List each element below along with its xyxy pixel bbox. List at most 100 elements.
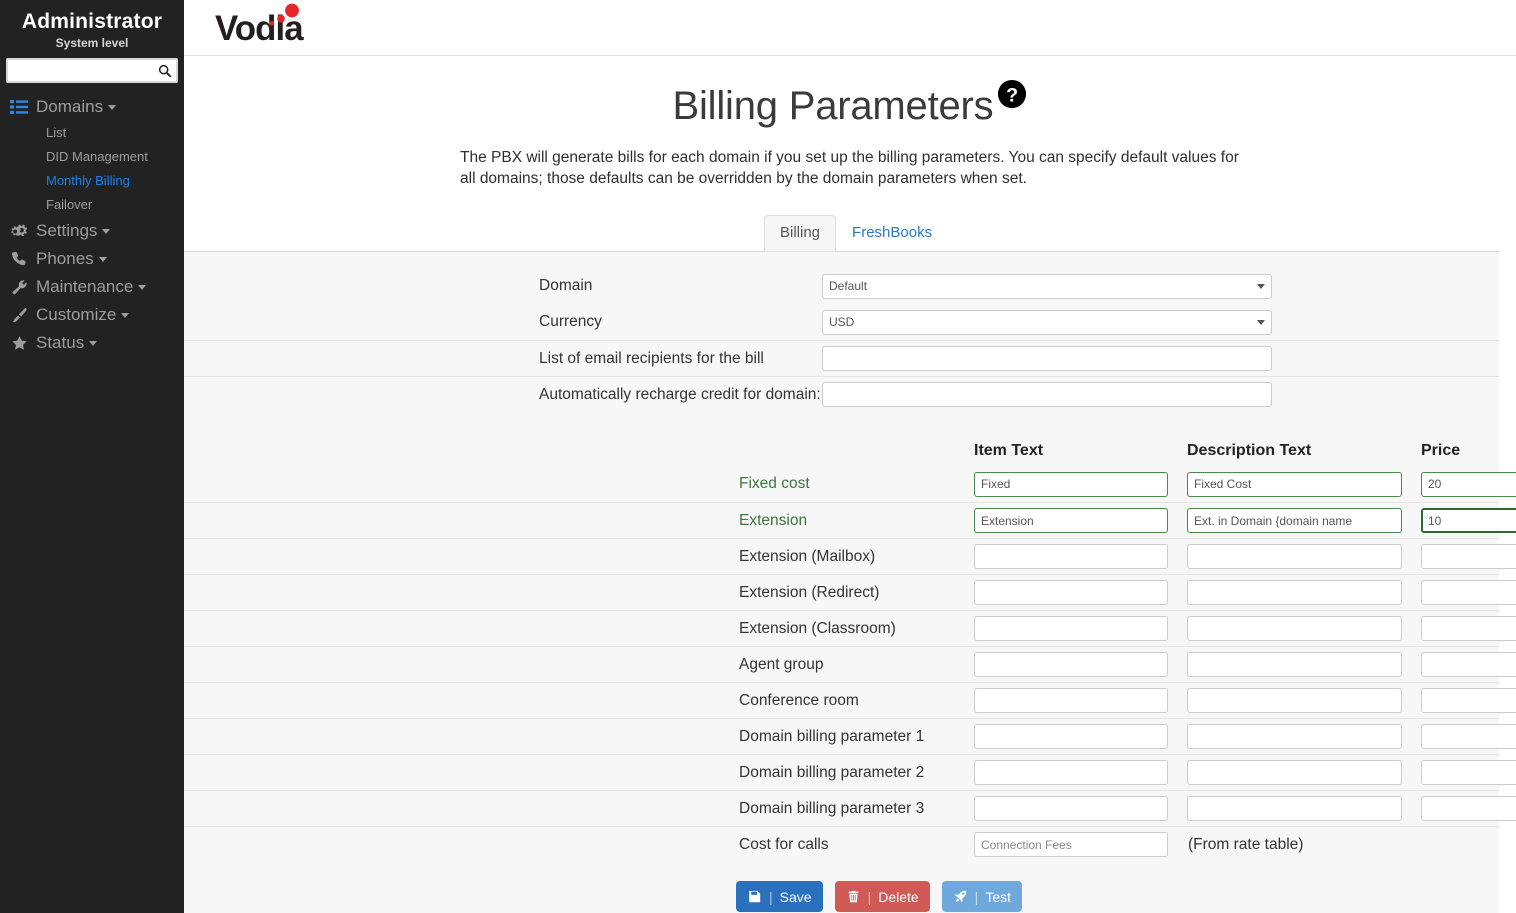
- extension-classroom-item-text-cell: [974, 616, 1187, 641]
- billing-panel: Domain Default Currency USD List of email re…: [184, 251, 1516, 913]
- fixed-cost-price-input[interactable]: [1421, 471, 1516, 497]
- row-label: Domain billing parameter 1: [739, 727, 925, 745]
- form-row: List of email recipients for the bill: [184, 340, 1499, 376]
- sidebar: Administrator System level Domains List DI…: [0, 0, 184, 913]
- search-box[interactable]: [6, 58, 178, 83]
- cost-for-calls-hint: (From rate table): [1188, 835, 1304, 853]
- cost-for-calls-item-text-input[interactable]: [974, 832, 1168, 857]
- list-of-email-recipients-for-the-bill-input[interactable]: [822, 346, 1272, 371]
- save-button[interactable]: | Save: [736, 881, 823, 912]
- agent-group-item-text-input[interactable]: [974, 652, 1168, 677]
- extension-mailbox-price-cell: [1421, 544, 1516, 569]
- button-label: Delete: [878, 888, 919, 905]
- page-body: Billing Parameters ? The PBX will genera…: [184, 56, 1516, 913]
- tab-freshbooks[interactable]: FreshBooks: [836, 215, 948, 251]
- extension-redirect-description-text-input[interactable]: [1187, 580, 1402, 605]
- automatically-recharge-credit-for-domain-input[interactable]: [822, 382, 1272, 407]
- domain-billing-parameter-2-price-input[interactable]: [1421, 760, 1516, 785]
- chevron-down-icon: [89, 340, 98, 346]
- conference-room-description-text-input[interactable]: [1187, 688, 1402, 713]
- domain-billing-parameter-1-price-input[interactable]: [1421, 724, 1516, 749]
- phone-icon: [8, 250, 30, 268]
- currency-select[interactable]: USD: [822, 309, 1272, 335]
- table-row: Fixed cost ✔: [184, 466, 1516, 502]
- form-control-cell: USD: [822, 309, 1272, 335]
- domain-billing-parameter-2-item-text-input[interactable]: [974, 760, 1168, 785]
- sidebar-subitem-did-management[interactable]: DID Management: [0, 145, 184, 169]
- domain-billing-parameter-1-description-text-input[interactable]: [1187, 724, 1402, 749]
- page-title-text: Billing Parameters: [672, 84, 994, 128]
- question-mark-icon[interactable]: ?: [997, 74, 1027, 109]
- row-label: Domain billing parameter 3: [739, 799, 925, 817]
- fixed-cost-description-text-input[interactable]: [1187, 471, 1402, 497]
- row-label: Fixed cost: [739, 475, 810, 492]
- button-label: Save: [779, 888, 812, 905]
- sidebar-subitem-list[interactable]: List: [0, 121, 184, 145]
- domain-billing-parameter-3-description-text-input[interactable]: [1187, 796, 1402, 821]
- table-row: Extension (Redirect): [184, 574, 1516, 610]
- extension-classroom-price-input[interactable]: [1421, 616, 1516, 641]
- admin-name: Administrator: [21, 10, 163, 33]
- admin-level: System level: [55, 36, 129, 50]
- extension-mailbox-price-input[interactable]: [1421, 544, 1516, 569]
- extension-classroom-item-text-input[interactable]: [974, 616, 1168, 641]
- table-row: Extension ✔: [184, 502, 1516, 538]
- test-button[interactable]: | Test: [941, 881, 1022, 912]
- svg-text:?: ?: [1007, 85, 1019, 107]
- extension-description-text-input[interactable]: [1187, 508, 1402, 533]
- form-row: Domain Default: [184, 268, 1499, 304]
- button-divider: |: [867, 888, 872, 905]
- conference-room-description-text-cell: [1187, 688, 1421, 713]
- sidebar-item-domains[interactable]: Domains: [0, 93, 184, 121]
- domain-select-wrapper: Default: [822, 273, 1272, 299]
- sidebar-subitem-failover[interactable]: Failover: [0, 193, 184, 217]
- row-label: Extension (Classroom): [739, 619, 896, 637]
- search-input[interactable]: [8, 60, 176, 81]
- vodia-logo[interactable]: Vodia: [215, 2, 325, 52]
- agent-group-description-text-cell: [1187, 652, 1421, 677]
- sidebar-item-label: Domains: [36, 97, 104, 116]
- extension-classroom-description-text-cell: [1187, 616, 1421, 641]
- list-icon: [8, 98, 30, 116]
- extension-price-input[interactable]: [1421, 508, 1516, 533]
- domain-select[interactable]: Default: [822, 273, 1272, 299]
- sidebar-group-status: Status: [0, 329, 184, 357]
- sidebar-group-settings: Settings: [0, 217, 184, 245]
- domain-billing-parameter-1-item-text-input[interactable]: [974, 724, 1168, 749]
- form-label: Currency: [539, 313, 602, 330]
- fixed-cost-item-text-input[interactable]: [974, 471, 1168, 497]
- domain-billing-parameter-2-description-text-cell: [1187, 760, 1421, 785]
- delete-button[interactable]: | Delete: [834, 881, 930, 912]
- tab-billing[interactable]: Billing: [764, 215, 837, 251]
- fixed-cost-description-text-cell: [1187, 471, 1421, 497]
- extension-classroom-description-text-input[interactable]: [1187, 616, 1402, 641]
- sidebar-item-settings[interactable]: Settings: [0, 217, 184, 245]
- sidebar-subitem-monthly-billing[interactable]: Monthly Billing: [0, 169, 184, 193]
- extension-mailbox-item-text-input[interactable]: [974, 544, 1168, 569]
- star-icon: [8, 334, 30, 352]
- domain-billing-parameter-2-description-text-input[interactable]: [1187, 760, 1402, 785]
- page-title: Billing Parameters ?: [184, 56, 1516, 129]
- cost-for-calls-row: Cost for calls (From rate table): [184, 826, 1499, 862]
- form-control-cell: Default: [822, 273, 1272, 299]
- wrench-icon: [8, 278, 30, 296]
- sidebar-group-domains: Domains List DID Management Monthly Billing…: [0, 93, 184, 217]
- domain-billing-parameter-3-item-text-input[interactable]: [974, 796, 1168, 821]
- extension-redirect-price-input[interactable]: [1421, 580, 1516, 605]
- currency-select-wrapper: USD: [822, 309, 1272, 335]
- extension-redirect-item-text-input[interactable]: [974, 580, 1168, 605]
- extension-mailbox-description-text-input[interactable]: [1187, 544, 1402, 569]
- sidebar-item-customize[interactable]: Customize: [0, 301, 184, 329]
- domain-billing-parameter-3-price-input[interactable]: [1421, 796, 1516, 821]
- paintbrush-icon: [8, 306, 30, 324]
- chevron-down-icon: [108, 104, 117, 110]
- agent-group-price-input[interactable]: [1421, 652, 1516, 677]
- sidebar-item-status[interactable]: Status: [0, 329, 184, 357]
- extension-item-text-input[interactable]: [974, 508, 1168, 533]
- sidebar-item-phones[interactable]: Phones: [0, 245, 184, 273]
- conference-room-price-input[interactable]: [1421, 688, 1516, 713]
- conference-room-item-text-input[interactable]: [974, 688, 1168, 713]
- domain-billing-parameter-1-price-cell: [1421, 724, 1516, 749]
- sidebar-item-maintenance[interactable]: Maintenance: [0, 273, 184, 301]
- agent-group-description-text-input[interactable]: [1187, 652, 1402, 677]
